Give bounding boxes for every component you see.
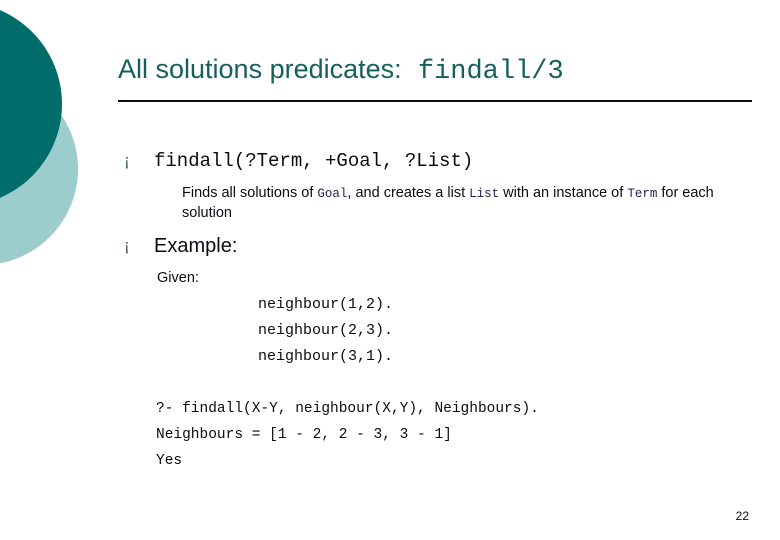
given-label: Given: — [157, 270, 199, 286]
description-term-term: Term — [627, 187, 658, 201]
description-term-goal: Goal — [317, 187, 348, 201]
prolog-fact-line: neighbour(1,2). — [258, 296, 394, 313]
findall-signature-text: findall(?Term, +Goal, ?List) — [154, 150, 474, 172]
slide-title-main: All solutions predicates: — [118, 54, 402, 84]
prolog-status-line: Yes — [156, 453, 183, 469]
description-part-2: , and creates a list — [347, 185, 470, 201]
bullet-circle-icon: ¡ — [124, 236, 130, 255]
decorative-circle-light — [0, 73, 78, 265]
prolog-result-line: Neighbours = [1 - 2, 2 - 3, 3 - 1] — [156, 427, 452, 443]
slide: All solutions predicates: findall/3 ¡ fi… — [0, 0, 780, 540]
findall-description: Finds all solutions of Goal, and creates… — [182, 184, 727, 223]
prolog-facts-block: neighbour(1,2). neighbour(2,3). neighbou… — [258, 292, 393, 370]
description-part-1: Finds all solutions of — [182, 185, 318, 201]
prolog-query-block: ?- findall(X-Y, neighbour(X,Y), Neighbou… — [156, 396, 539, 474]
slide-title-mono: findall/3 — [401, 57, 564, 87]
title-underline-rule — [118, 100, 752, 102]
prolog-fact-line: neighbour(3,1). — [258, 348, 394, 365]
slide-title: All solutions predicates: findall/3 — [118, 52, 752, 89]
prolog-fact-line: neighbour(2,3). — [258, 322, 394, 339]
bullet-item-findall-signature: ¡ findall(?Term, +Goal, ?List) — [124, 149, 473, 173]
bullet-item-example: ¡ Example: — [124, 234, 237, 259]
prolog-query-line: ?- findall(X-Y, neighbour(X,Y), Neighbou… — [156, 401, 539, 417]
decorative-circle-dark — [0, 2, 62, 206]
description-term-list: List — [469, 187, 500, 201]
description-part-3: with an instance of — [499, 185, 628, 201]
example-label: Example: — [154, 235, 238, 257]
page-number: 22 — [735, 509, 749, 523]
bullet-circle-icon: ¡ — [124, 151, 130, 170]
